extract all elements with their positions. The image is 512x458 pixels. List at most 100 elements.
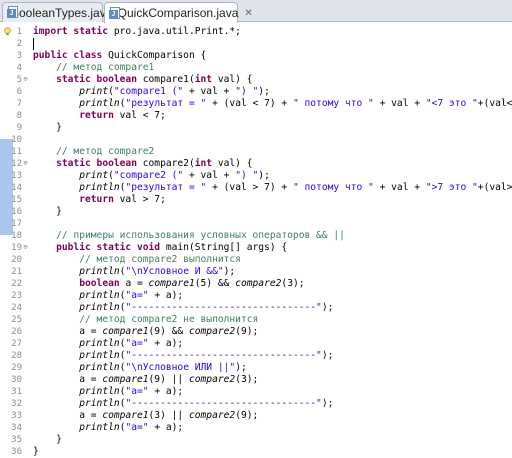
code-line[interactable]: 9 } [0,122,512,134]
code-token: + a); [148,338,184,349]
method-call-token: print [79,170,109,181]
code-text: static boolean compare2(int val) { [33,158,252,170]
tab-quick-comparison[interactable]: J *QuickComparison.java ✕ [104,2,253,23]
method-call-token: compare2 [188,374,236,385]
code-line[interactable]: 12 ⊖ static boolean compare2(int val) { [0,158,512,170]
code-line[interactable]: 21 println("\nУсловное И &&"); [0,266,512,278]
code-line[interactable]: 30 a = compare1(9) || compare2(3); [0,374,512,386]
line-number: 2 [16,39,22,49]
code-line[interactable]: 25 // метод compare2 не выполнится [0,314,512,326]
code-line[interactable]: 4 // метод compare1 [0,62,512,74]
code-line[interactable]: 28 println("----------------------------… [0,350,512,362]
code-token: (5) && [194,278,236,289]
code-token: ); [235,362,247,373]
method-call-token: println [79,266,120,277]
code-line[interactable]: 7 println("результат = " + (val < 7) + "… [0,98,512,110]
line-number: 22 [11,279,22,289]
code-line[interactable]: 3 public class QuickComparison { [0,50,512,62]
code-token: a = [33,326,103,337]
code-token: + (val < 7) + [206,98,293,109]
string-token: "\nУсловное И &&" [125,266,224,277]
line-number: 30 [11,375,22,385]
code-line[interactable]: 10 [0,134,512,146]
code-line[interactable]: 20 // метод compare2 выполнится [0,254,512,266]
line-number: 13 [11,171,22,181]
code-editor[interactable]: 1 import static pro.java.util.Print.*; 2 3 p… [0,23,512,457]
code-token: ); [223,266,236,277]
code-line[interactable]: 26 a = compare1(9) && compare2(9); [0,326,512,338]
line-number: 21 [11,267,22,277]
fold-toggle-icon[interactable]: ⊖ [22,160,29,167]
code-token: } [33,206,62,217]
code-line[interactable]: 16 } [0,206,512,218]
tab-boolean-types[interactable]: J BooleanTypes.java [2,2,112,22]
code-line[interactable]: 2 [0,38,512,50]
string-token: ") " [235,86,259,97]
code-line[interactable]: 15 return val > 7; [0,194,512,206]
code-text: // метод compare2 [33,146,154,158]
line-number: 7 [16,99,22,109]
string-token: "--------------------------------" [125,350,322,361]
line-number: 23 [11,291,22,301]
code-line[interactable]: 33 a = compare1(3) || compare2(9); [0,410,512,422]
code-line[interactable]: 23 println("a=" + a); [0,290,512,302]
code-line[interactable]: 1 import static pro.java.util.Print.*; [0,26,512,38]
fold-toggle-icon[interactable]: ⊖ [22,244,29,251]
code-line[interactable]: 13 print("compare2 (" + val + ") "); [0,170,512,182]
code-text: a = compare1(3) || compare2(9); [33,410,258,422]
code-line[interactable]: 11 // метод compare2 [0,146,512,158]
code-line[interactable]: 14 println("результат = " + (val > 7) + … [0,182,512,194]
quick-fix-bulb-icon[interactable] [3,27,12,36]
code-line[interactable]: 35 } [0,434,512,446]
code-text: println("-------------------------------… [33,398,333,410]
line-number: 18 [11,231,22,241]
keyword-token: import static [33,26,114,37]
code-line[interactable]: 31 println("a=" + a); [0,386,512,398]
method-call-token: compare1 [102,410,149,421]
code-line[interactable]: 8 return val < 7; [0,110,512,122]
code-line[interactable]: 34 println("a=" + a); [0,422,512,434]
code-token: + a); [148,290,184,301]
code-token: + val + [373,182,426,193]
method-call-token: compare2 [188,326,236,337]
line-number: 14 [11,183,22,193]
code-line[interactable]: 19 ⊖ public static void main(String[] arg… [0,242,512,254]
code-line[interactable]: 29 println("\nУсловное ИЛИ ||"); [0,362,512,374]
code-line[interactable]: 36} [0,446,512,458]
close-tab-icon[interactable]: ✕ [244,8,252,19]
string-token: ") " [235,170,259,181]
code-line[interactable]: 27 println("a=" + a); [0,338,512,350]
code-line[interactable]: 32 println("----------------------------… [0,398,512,410]
line-number: 27 [11,339,22,349]
code-line[interactable]: 5 ⊖ static boolean compare1(int val) { [0,74,512,86]
code-line[interactable]: 17 [0,218,512,230]
keyword-token: boolean [79,278,126,289]
code-text: println("результат = " + (val < 7) + " п… [33,98,512,110]
code-token: +(val>7)); [477,182,512,193]
method-call-token: println [79,182,120,193]
text-cursor [33,38,34,50]
code-line[interactable]: 18 // примеры использования условных опе… [0,230,512,242]
code-text: return val > 7; [33,194,166,206]
code-line[interactable]: 24 println("----------------------------… [0,302,512,314]
code-token: compare2( [142,158,195,169]
code-token: (9) && [148,326,189,337]
fold-toggle-icon[interactable]: ⊖ [22,76,29,83]
code-token: } [33,122,62,133]
code-line[interactable]: 6 print("compare1 (" + val + ") "); [0,86,512,98]
line-number: 20 [11,255,22,265]
code-line[interactable]: 22 boolean a = compare1(5) && compare2(3… [0,278,512,290]
editor-tab-bar: J BooleanTypes.java J *QuickComparison.j… [0,0,512,23]
code-text: boolean a = compare1(5) && compare2(3); [33,278,304,290]
